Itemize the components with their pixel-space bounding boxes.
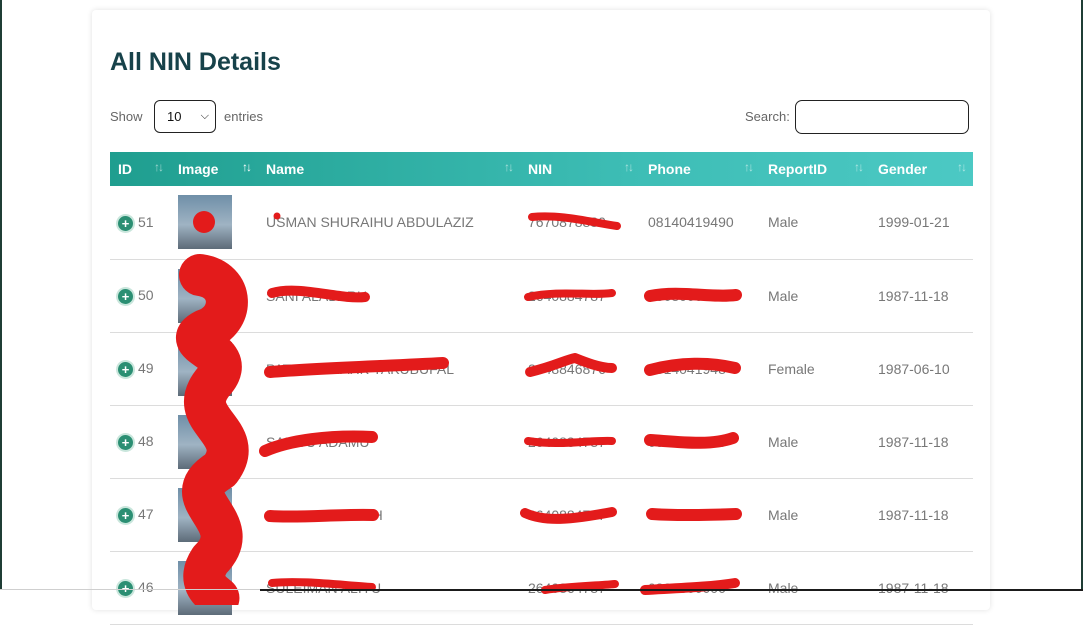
nin-details-table: ID ↑↓ Image ↑↓ Name ↑↓ NIN ↑↓ Phone ↑↓ Report…: [110, 152, 973, 625]
window-frame-bottom: [0, 589, 265, 590]
sort-icon: ↑↓: [854, 160, 864, 174]
row-id: 46: [138, 579, 154, 596]
row-name: MUSA ABDULLAH: [266, 506, 383, 523]
row-gender: 1987-11-18: [878, 433, 949, 450]
row-phone: 0814041948: [648, 360, 726, 377]
row-nin: 7670878880: [528, 214, 606, 231]
row-gender: 1987-11-18: [878, 506, 949, 523]
row-name: USMAN SHURAIHU ABDULAZIZ: [266, 214, 474, 231]
sort-icon: ↑↓: [957, 160, 967, 174]
row-name: SALISU ADAMU: [266, 433, 370, 450]
entries-per-page-select[interactable]: 10 ⌵: [154, 100, 216, 133]
expand-row-icon[interactable]: +: [118, 361, 133, 377]
row-id: 50: [138, 287, 154, 304]
table-header-row: ID ↑↓ Image ↑↓ Name ↑↓ NIN ↑↓ Phone ↑↓ Report…: [110, 152, 973, 186]
page-title: All NIN Details: [110, 48, 281, 76]
column-header-gender[interactable]: Gender ↑↓: [870, 152, 973, 186]
expand-row-icon[interactable]: +: [118, 288, 133, 304]
expand-row-icon[interactable]: +: [118, 507, 133, 523]
person-photo[interactable]: [178, 560, 232, 615]
person-photo[interactable]: [178, 414, 232, 469]
row-reportid: Male: [768, 214, 799, 231]
search-label: Search:: [745, 109, 790, 124]
column-header-nin[interactable]: NIN ↑↓: [520, 152, 640, 186]
row-reportid: Male: [768, 506, 799, 523]
column-header-name[interactable]: Name ↑↓: [258, 152, 520, 186]
sort-icon: ↑↓: [624, 160, 634, 174]
show-label: Show: [110, 109, 143, 124]
row-gender: 1987-11-18: [878, 579, 949, 596]
row-phone: 0806800000: [648, 506, 726, 523]
row-id: 49: [138, 360, 154, 377]
person-photo[interactable]: [178, 341, 232, 396]
row-name: PATRICK MARK YAKUBUFAL: [266, 360, 455, 377]
person-photo[interactable]: [178, 195, 232, 250]
row-reportid: Male: [768, 287, 799, 304]
row-nin: 2640884787: [528, 433, 606, 450]
window-frame-bottom-edge: [260, 589, 1083, 591]
entries-select-value: 10: [167, 109, 182, 124]
row-reportid: Male: [768, 579, 799, 596]
row-name: SANI ALABARU: [266, 287, 368, 304]
sort-icon: ↑↓: [504, 160, 514, 174]
row-gender: 1999-01-21: [878, 214, 950, 231]
column-header-reportid[interactable]: ReportID ↑↓: [760, 152, 870, 186]
sort-icon: ↑↓: [242, 160, 252, 174]
row-gender: 1987-11-18: [878, 287, 949, 304]
column-header-id[interactable]: ID ↑↓: [110, 152, 170, 186]
row-nin: 2648846876: [528, 360, 606, 377]
row-nin: 2640884757: [528, 506, 606, 523]
row-gender: 1987-06-10: [878, 360, 950, 377]
entries-label: entries: [224, 109, 264, 124]
table-row[interactable]: +49 PATRICK MARK YAKUBUFAL 2648846876 08…: [110, 332, 973, 405]
row-phone: 08080000000: [648, 287, 734, 304]
sort-icon: ↑↓: [154, 160, 164, 174]
table-row[interactable]: +46 SULEIMAN ALIYU 2640864787 0806800000…: [110, 551, 973, 624]
table-row[interactable]: +48 SALISU ADAMU 2640884787 0806800470 M…: [110, 405, 973, 478]
table-row[interactable]: +47 MUSA ABDULLAH 2640884757 0806800000 …: [110, 478, 973, 551]
person-photo[interactable]: [178, 268, 232, 323]
chevron-down-icon: ⌵: [200, 110, 209, 122]
row-phone: 0806800000: [648, 579, 726, 596]
row-id: 47: [138, 506, 154, 523]
row-phone: 0806800470: [648, 433, 726, 450]
expand-row-icon[interactable]: +: [118, 434, 133, 450]
row-nin: 2640884787: [528, 287, 606, 304]
expand-row-icon[interactable]: +: [118, 215, 133, 231]
row-id: 51: [138, 213, 154, 230]
person-photo[interactable]: [178, 487, 232, 542]
row-name: SULEIMAN ALIYU: [266, 579, 382, 596]
row-reportid: Female: [768, 360, 815, 377]
row-id: 48: [138, 433, 154, 450]
table-row[interactable]: +50 SANI ALABARU 2640884787 08080000000 …: [110, 259, 973, 332]
row-reportid: Male: [768, 433, 799, 450]
column-header-phone[interactable]: Phone ↑↓: [640, 152, 760, 186]
column-header-image[interactable]: Image ↑↓: [170, 152, 258, 186]
sort-icon: ↑↓: [744, 160, 754, 174]
table-row[interactable]: +51 USMAN SHURAIHU ABDULAZIZ 7670878880 …: [110, 186, 973, 259]
window-frame-left: [0, 0, 2, 590]
search-input[interactable]: [795, 100, 969, 134]
row-nin: 2640864787: [528, 579, 606, 596]
row-phone: 08140419490: [648, 214, 734, 231]
